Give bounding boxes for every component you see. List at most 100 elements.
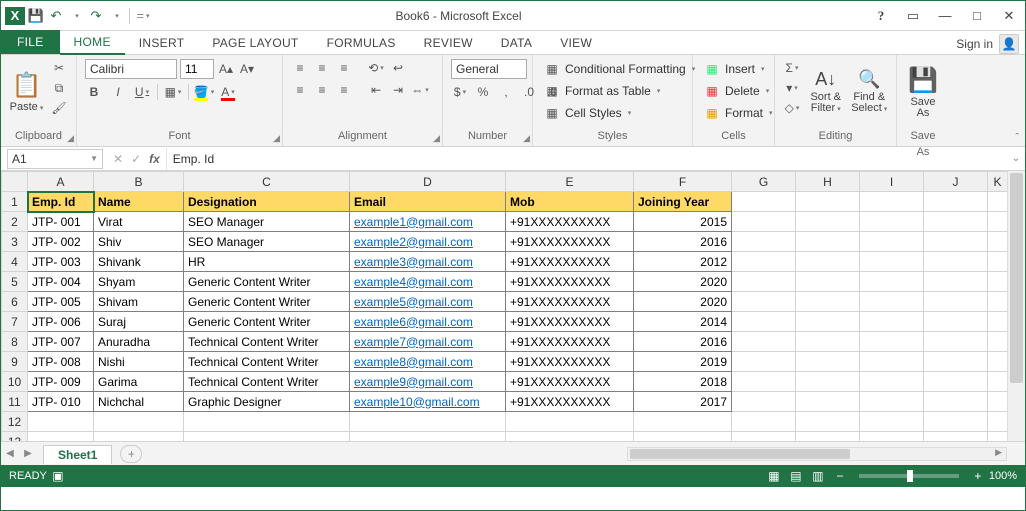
cell[interactable]: example3@gmail.com xyxy=(350,252,506,272)
cell[interactable] xyxy=(988,252,1008,272)
cell[interactable]: Generic Content Writer xyxy=(184,312,350,332)
cell[interactable]: Generic Content Writer xyxy=(184,272,350,292)
cell[interactable] xyxy=(860,292,924,312)
cell[interactable] xyxy=(924,192,988,212)
font-launcher-icon[interactable]: ◢ xyxy=(273,133,280,144)
view-page-break-icon[interactable]: ▥ xyxy=(807,469,829,483)
expand-formula-bar-icon[interactable]: ⌄ xyxy=(1007,153,1025,164)
cell[interactable]: JTP- 008 xyxy=(28,352,94,372)
cell[interactable] xyxy=(860,212,924,232)
cell[interactable] xyxy=(634,432,732,442)
col-header-h[interactable]: H xyxy=(796,172,860,192)
cell[interactable] xyxy=(988,312,1008,332)
fx-icon[interactable]: fx xyxy=(149,152,160,166)
cell[interactable]: Shivam xyxy=(94,292,184,312)
cell[interactable]: 2020 xyxy=(634,292,732,312)
macro-record-icon[interactable]: ▣ xyxy=(47,469,69,483)
name-box[interactable]: A1▼ xyxy=(7,149,103,169)
cell-a1[interactable]: Emp. Id xyxy=(28,192,94,212)
cell[interactable] xyxy=(860,352,924,372)
fill-color-button[interactable]: 🪣 xyxy=(195,83,213,101)
cell[interactable]: JTP- 009 xyxy=(28,372,94,392)
row-header-9[interactable]: 9 xyxy=(2,352,28,372)
cell[interactable] xyxy=(506,412,634,432)
cell[interactable] xyxy=(184,412,350,432)
zoom-slider[interactable] xyxy=(859,474,959,478)
cell[interactable] xyxy=(924,352,988,372)
cell[interactable] xyxy=(860,432,924,442)
cell[interactable]: 2016 xyxy=(634,332,732,352)
cell[interactable]: Technical Content Writer xyxy=(184,352,350,372)
font-name-input[interactable] xyxy=(85,59,177,79)
name-box-dropdown-icon[interactable]: ▼ xyxy=(90,154,98,163)
sign-in[interactable]: Sign in 👤 xyxy=(956,34,1025,54)
tab-nav-next-icon[interactable]: ▶ xyxy=(19,448,37,459)
row-header-4[interactable]: 4 xyxy=(2,252,28,272)
paste-button[interactable]: 📋 Paste xyxy=(9,59,44,125)
number-launcher-icon[interactable]: ◢ xyxy=(523,133,530,144)
cell[interactable] xyxy=(988,352,1008,372)
orientation-icon[interactable]: ⟲ xyxy=(367,59,385,77)
cell[interactable]: Virat xyxy=(94,212,184,232)
maximize-button[interactable]: □ xyxy=(961,4,993,28)
cell[interactable]: example8@gmail.com xyxy=(350,352,506,372)
cell[interactable]: Nishi xyxy=(94,352,184,372)
cell[interactable] xyxy=(860,332,924,352)
cells-insert-button[interactable]: ▦Insert xyxy=(701,59,767,79)
cell[interactable]: example6@gmail.com xyxy=(350,312,506,332)
cell[interactable] xyxy=(924,232,988,252)
cell[interactable]: JTP- 005 xyxy=(28,292,94,312)
col-header-c[interactable]: C xyxy=(184,172,350,192)
view-normal-icon[interactable]: ▦ xyxy=(763,469,785,483)
tab-nav-prev-icon[interactable]: ◀ xyxy=(1,448,19,459)
zoom-level[interactable]: 100% xyxy=(989,470,1017,482)
cell[interactable] xyxy=(860,372,924,392)
align-center-icon[interactable]: ≡ xyxy=(313,81,331,99)
cell[interactable] xyxy=(732,192,796,212)
cell[interactable] xyxy=(796,392,860,412)
col-header-j[interactable]: J xyxy=(924,172,988,192)
cell[interactable] xyxy=(860,412,924,432)
cell[interactable]: Shivank xyxy=(94,252,184,272)
cell[interactable]: +91XXXXXXXXXX xyxy=(506,292,634,312)
cell[interactable] xyxy=(988,292,1008,312)
cell[interactable] xyxy=(732,272,796,292)
cells-format-button[interactable]: ▦Format xyxy=(701,103,775,123)
select-all-corner[interactable] xyxy=(2,172,28,192)
cell[interactable]: 2015 xyxy=(634,212,732,232)
save-as-button[interactable]: 💾 Save As xyxy=(905,59,941,125)
col-header-b[interactable]: B xyxy=(94,172,184,192)
cell[interactable]: Name xyxy=(94,192,184,212)
row-header-5[interactable]: 5 xyxy=(2,272,28,292)
cell[interactable]: JTP- 002 xyxy=(28,232,94,252)
col-header-i[interactable]: I xyxy=(860,172,924,192)
fill-icon[interactable]: ▾ xyxy=(783,79,801,97)
cell[interactable] xyxy=(350,432,506,442)
undo-icon[interactable]: ↶ xyxy=(47,7,65,25)
tab-insert[interactable]: INSERT xyxy=(125,32,199,54)
autosum-icon[interactable]: Σ xyxy=(783,59,801,77)
font-color-button[interactable]: A xyxy=(219,83,237,101)
merge-center-icon[interactable]: ⇔ xyxy=(411,81,429,99)
cell[interactable] xyxy=(924,432,988,442)
cell[interactable]: Graphic Designer xyxy=(184,392,350,412)
cell[interactable]: HR xyxy=(184,252,350,272)
align-left-icon[interactable]: ≡ xyxy=(291,81,309,99)
cell[interactable] xyxy=(796,372,860,392)
tab-page-layout[interactable]: PAGE LAYOUT xyxy=(198,32,312,54)
cell[interactable]: SEO Manager xyxy=(184,212,350,232)
cell[interactable]: example9@gmail.com xyxy=(350,372,506,392)
cell[interactable] xyxy=(860,312,924,332)
row-header-13[interactable]: 13 xyxy=(2,432,28,442)
align-right-icon[interactable]: ≡ xyxy=(335,81,353,99)
cell[interactable]: +91XXXXXXXXXX xyxy=(506,372,634,392)
cell[interactable]: +91XXXXXXXXXX xyxy=(506,212,634,232)
cell[interactable] xyxy=(924,412,988,432)
cell[interactable]: Generic Content Writer xyxy=(184,292,350,312)
cell[interactable]: 2017 xyxy=(634,392,732,412)
cell[interactable]: SEO Manager xyxy=(184,232,350,252)
cell[interactable] xyxy=(988,392,1008,412)
cell[interactable] xyxy=(860,252,924,272)
cell[interactable]: 2016 xyxy=(634,232,732,252)
cell[interactable]: Suraj xyxy=(94,312,184,332)
